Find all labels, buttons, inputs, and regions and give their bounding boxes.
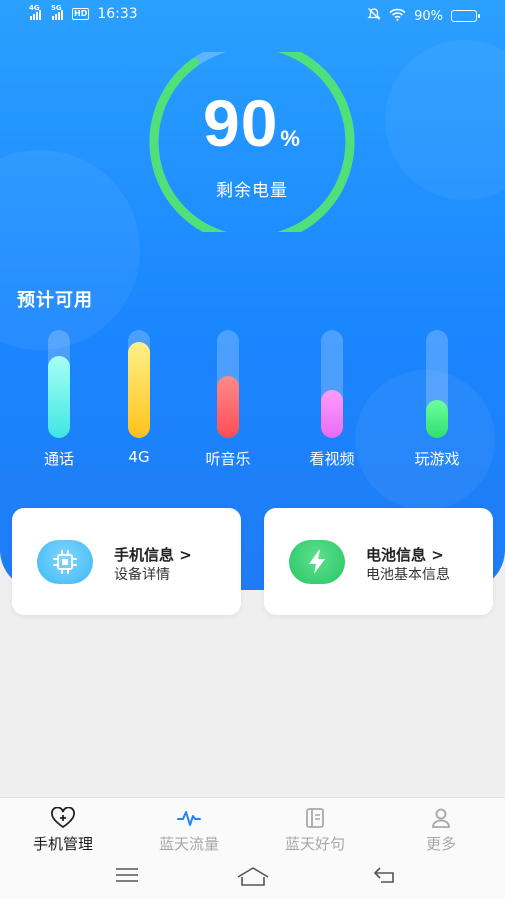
usage-bar-video: 看视频 — [309, 330, 355, 468]
status-left: 4G 5G HD 16:33 — [29, 4, 138, 22]
hd-badge: HD — [72, 8, 90, 20]
bottom-tab-bar: 手机管理 蓝天流量 蓝天好句 更多 — [0, 797, 505, 855]
bar-track — [128, 330, 150, 438]
bar-fill — [321, 390, 343, 438]
usage-bar-game: 玩游戏 — [414, 330, 460, 468]
tab-label: 蓝天好句 — [284, 835, 345, 853]
bar-label: 4G — [128, 448, 150, 466]
home-icon[interactable] — [235, 865, 271, 891]
ring-readout: 90% 剩余电量 — [146, 90, 358, 201]
bar-track — [321, 330, 343, 438]
bar-fill — [426, 400, 448, 438]
battery-ring: 90% 剩余电量 — [146, 39, 358, 245]
back-icon[interactable] — [372, 865, 398, 889]
signal-sim1-icon: 4G — [29, 4, 41, 20]
decor-blob — [385, 40, 505, 200]
usage-bars: 通话 4G 听音乐 看视频 玩游戏 — [0, 330, 505, 480]
pulse-icon — [139, 806, 239, 830]
status-time: 16:33 — [97, 6, 138, 22]
battery-label: 剩余电量 — [216, 181, 288, 201]
bar-track — [217, 330, 239, 438]
bar-label: 玩游戏 — [414, 450, 460, 468]
battery-icon — [451, 10, 480, 22]
decor-blob — [0, 150, 140, 350]
tab-data-traffic[interactable]: 蓝天流量 — [139, 806, 239, 854]
battery-number: 90 — [203, 86, 279, 160]
battery-value: 90% — [146, 90, 358, 172]
bar-fill — [128, 341, 150, 438]
card-title: 手机信息 > — [114, 546, 192, 564]
card-title: 电池信息 > — [366, 546, 444, 564]
signal-sim2-icon: 5G — [51, 4, 63, 20]
chip-icon — [37, 540, 93, 584]
menu-icon[interactable] — [114, 865, 140, 889]
bar-track — [48, 330, 70, 438]
bar-label: 听音乐 — [205, 450, 251, 468]
book-icon — [265, 806, 365, 830]
battery-unit: % — [280, 126, 301, 151]
status-bar: 4G 5G HD 16:33 90% — [0, 0, 505, 32]
card-subtitle: 设备详情 — [114, 567, 170, 583]
tab-quotes[interactable]: 蓝天好句 — [265, 806, 365, 854]
tab-label: 更多 — [425, 835, 456, 853]
sim1-label: 4G — [29, 4, 40, 12]
battery-info-card[interactable]: 电池信息 > 电池基本信息 — [264, 508, 493, 615]
status-right: 90% — [367, 7, 480, 25]
heart-plus-icon — [13, 806, 113, 830]
tab-label: 蓝天流量 — [158, 835, 219, 853]
bar-label: 通话 — [43, 450, 75, 468]
phone-info-card[interactable]: 手机信息 > 设备详情 — [12, 508, 241, 615]
wifi-icon — [389, 8, 406, 25]
bar-fill — [48, 355, 70, 438]
person-icon — [391, 806, 491, 830]
bar-fill — [217, 376, 239, 438]
usage-title: 预计可用 — [17, 290, 93, 311]
tab-label: 手机管理 — [32, 835, 93, 853]
usage-bar-music: 听音乐 — [205, 330, 251, 468]
lightning-icon — [289, 540, 345, 584]
battery-percent: 90% — [414, 8, 443, 24]
tab-more[interactable]: 更多 — [391, 806, 491, 854]
bar-label: 看视频 — [309, 450, 355, 468]
mute-icon — [367, 7, 381, 25]
usage-bar-call: 通话 — [44, 330, 74, 468]
bar-track — [426, 330, 448, 438]
tab-phone-manage[interactable]: 手机管理 — [13, 806, 113, 854]
card-subtitle: 电池基本信息 — [366, 567, 450, 583]
usage-bar-4g: 4G — [128, 330, 150, 466]
sim2-label: 5G — [51, 4, 62, 12]
system-nav-bar — [0, 855, 505, 899]
